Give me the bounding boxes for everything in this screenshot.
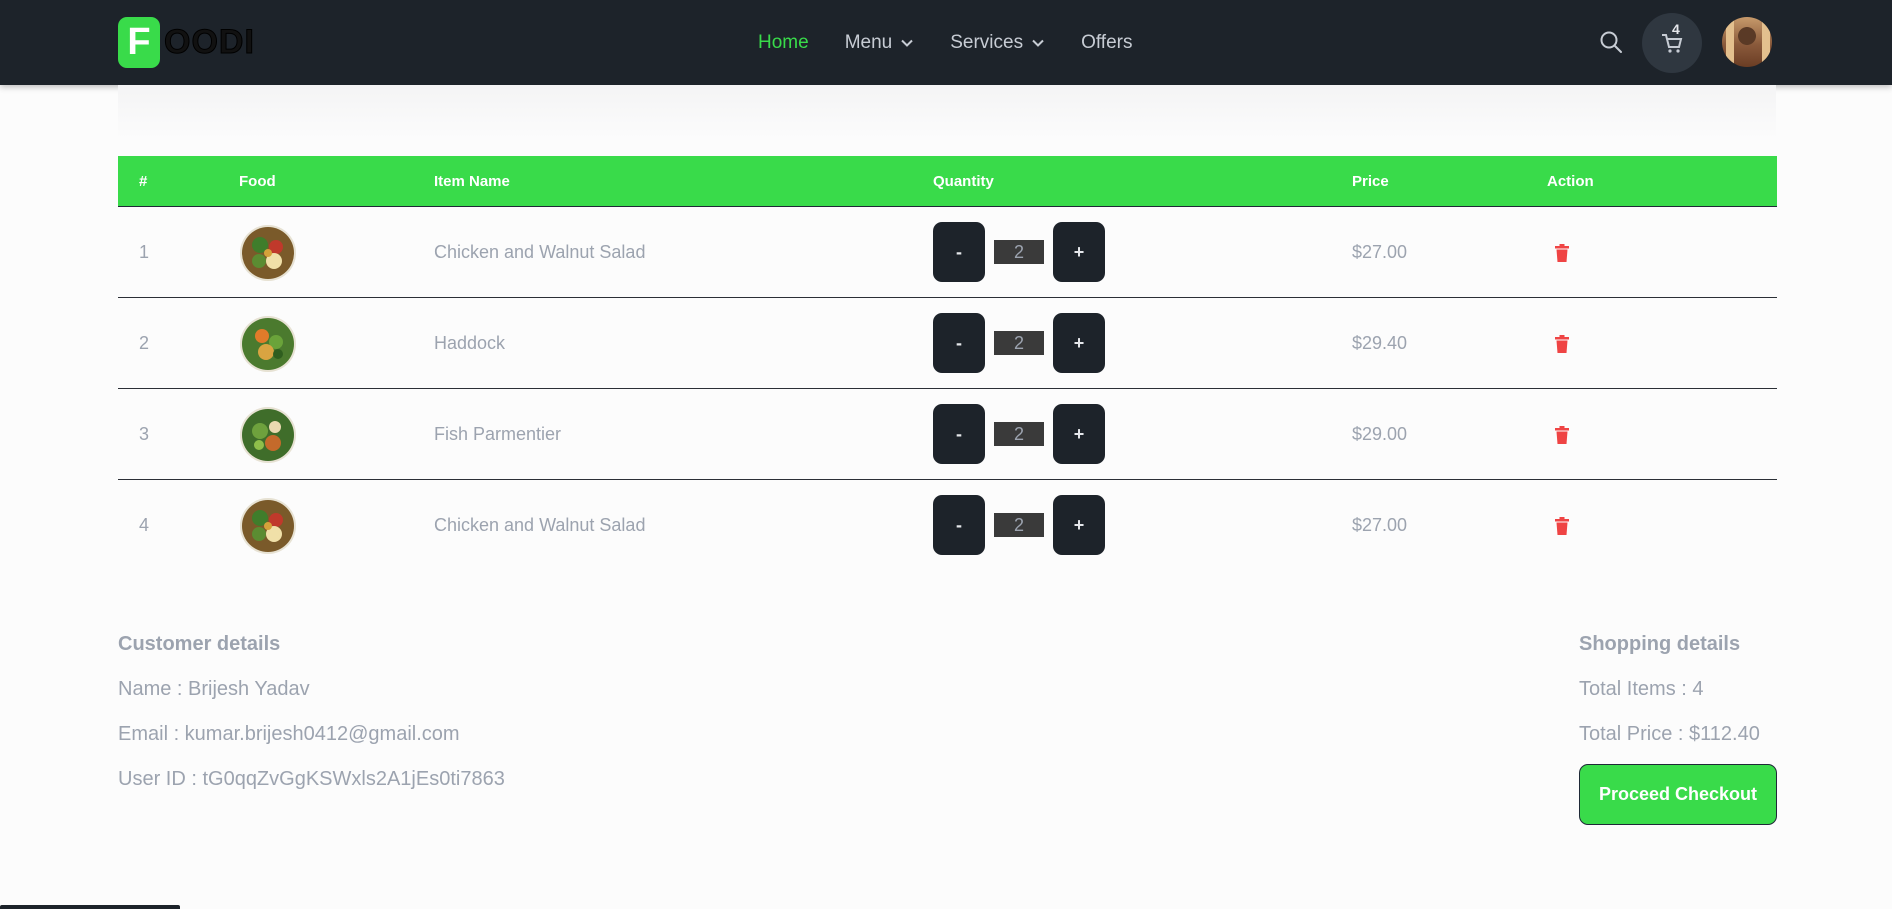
table-row: 2 Haddock - 2 + $29.40 [118, 298, 1777, 389]
quantity-stepper: - 2 + [933, 495, 1105, 555]
nav-item-menu[interactable]: Menu [845, 32, 915, 54]
quantity-value[interactable]: 2 [994, 331, 1044, 355]
row-number: 3 [139, 424, 150, 444]
row-number: 4 [139, 515, 150, 535]
decrease-quantity-button[interactable]: - [933, 222, 985, 282]
col-number: # [139, 173, 148, 190]
item-name: Chicken and Walnut Salad [434, 515, 646, 535]
customer-user-id: User ID : tG0qqZvGgKSWxls2A1jEs0ti7863 [118, 768, 505, 790]
item-name: Fish Parmentier [434, 424, 562, 444]
nav-item-home[interactable]: Home [758, 32, 809, 54]
customer-details-title: Customer details [118, 633, 281, 655]
avatar[interactable] [1722, 17, 1772, 67]
trash-icon[interactable] [1554, 517, 1570, 535]
decrease-quantity-button[interactable]: - [933, 404, 985, 464]
quantity-stepper: - 2 + [933, 404, 1105, 464]
col-item-name: Item Name [434, 173, 510, 190]
header-banner [118, 85, 1776, 140]
decrease-quantity-button[interactable]: - [933, 495, 985, 555]
trash-icon[interactable] [1554, 335, 1570, 353]
increase-quantity-button[interactable]: + [1053, 222, 1105, 282]
trash-icon[interactable] [1554, 426, 1570, 444]
item-name: Haddock [434, 333, 506, 353]
logo-text: OODI [164, 23, 255, 62]
increase-quantity-button[interactable]: + [1053, 313, 1105, 373]
cart-count-badge: 4 [1672, 21, 1680, 37]
item-price: $27.00 [1352, 515, 1408, 535]
food-image [240, 407, 296, 463]
customer-details: Customer details Name : Brijesh Yadav Em… [118, 630, 505, 810]
bottom-bar [0, 905, 180, 909]
nav-item-services[interactable]: Services [950, 32, 1045, 54]
col-action: Action [1547, 173, 1594, 190]
nav-links: Home Menu Services Offers [758, 29, 1168, 57]
decrease-quantity-button[interactable]: - [933, 313, 985, 373]
table-row: 4 Chicken and Walnut Salad - 2 + $27.00 [118, 480, 1777, 571]
cart-table: # Food Item Name Quantity Price Action 1… [118, 156, 1777, 571]
quantity-value[interactable]: 2 [994, 240, 1044, 264]
col-food: Food [239, 173, 276, 190]
increase-quantity-button[interactable]: + [1053, 404, 1105, 464]
col-price: Price [1352, 173, 1389, 190]
row-number: 1 [139, 242, 150, 262]
table-row: 1 Chicken and Walnut Salad - 2 + $27.00 [118, 207, 1777, 298]
chevron-down-icon [901, 39, 913, 47]
shopping-details-title: Shopping details [1579, 633, 1741, 655]
chevron-down-icon [1032, 39, 1044, 47]
item-price: $29.40 [1352, 333, 1408, 353]
table-header: # Food Item Name Quantity Price Action [118, 156, 1777, 207]
nav-item-label: Offers [1081, 32, 1133, 53]
nav-item-label: Home [758, 32, 809, 53]
quantity-stepper: - 2 + [933, 222, 1105, 282]
increase-quantity-button[interactable]: + [1053, 495, 1105, 555]
customer-name: Name : Brijesh Yadav [118, 678, 310, 700]
trash-icon[interactable] [1554, 244, 1570, 262]
nav-item-label: Services [950, 32, 1024, 53]
total-price: Total Price : $112.40 [1579, 723, 1760, 745]
total-items: Total Items : 4 [1579, 678, 1704, 700]
row-number: 2 [139, 333, 150, 353]
food-image [240, 498, 296, 554]
item-price: $27.00 [1352, 242, 1408, 262]
quantity-value[interactable]: 2 [994, 513, 1044, 537]
quantity-value[interactable]: 2 [994, 422, 1044, 446]
navbar: F OODI Home Menu Services Offers 4 [0, 0, 1892, 85]
table-row: 3 Fish Parmentier - 2 + $29.00 [118, 389, 1777, 480]
logo-mark: F [118, 17, 160, 68]
proceed-checkout-button[interactable]: Proceed Checkout [1579, 764, 1777, 825]
food-image [240, 316, 296, 372]
logo[interactable]: F OODI [118, 17, 255, 68]
nav-item-offers[interactable]: Offers [1081, 32, 1132, 54]
col-quantity: Quantity [933, 173, 994, 190]
shopping-details: Shopping details Total Items : 4 Total P… [1579, 630, 1760, 765]
food-image [240, 225, 296, 281]
quantity-stepper: - 2 + [933, 313, 1105, 373]
item-price: $29.00 [1352, 424, 1408, 444]
search-icon[interactable] [1598, 29, 1624, 55]
item-name: Chicken and Walnut Salad [434, 242, 646, 262]
customer-email: Email : kumar.brijesh0412@gmail.com [118, 723, 460, 745]
nav-item-label: Menu [844, 32, 893, 53]
